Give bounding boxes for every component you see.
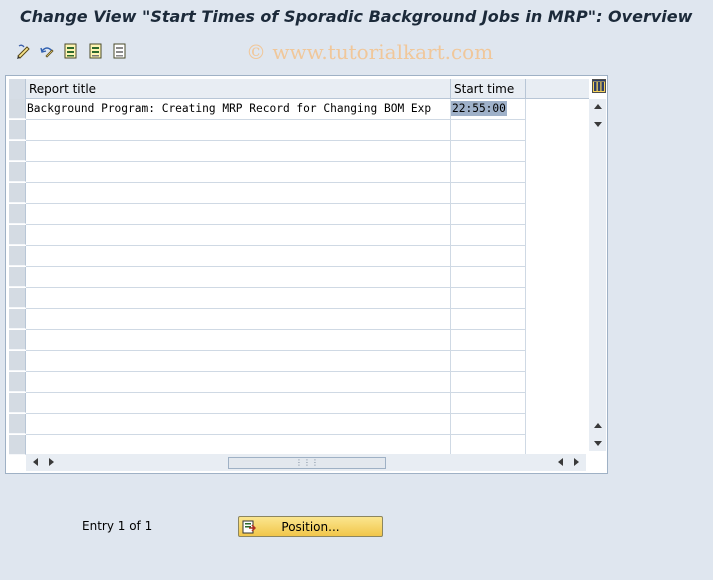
watermark: © www.tutorialkart.com (246, 40, 494, 64)
horizontal-scroll-thumb[interactable]: ⋮⋮⋮ (228, 457, 386, 469)
cell-start-time[interactable]: 22:55:00 (451, 99, 526, 120)
scroll-down-icon[interactable] (594, 122, 602, 127)
cell-report-title[interactable] (26, 393, 451, 414)
cell-report-title[interactable] (26, 330, 451, 351)
select-block-icon[interactable] (87, 42, 105, 60)
cell-start-time[interactable] (451, 204, 526, 225)
cell-start-time[interactable] (451, 183, 526, 204)
row-selector[interactable] (9, 204, 26, 224)
cell-report-title[interactable] (26, 246, 451, 267)
cell-report-title[interactable] (26, 372, 451, 393)
table-row (9, 414, 526, 435)
scroll-right-icon[interactable] (49, 458, 54, 466)
cell-start-time[interactable] (451, 288, 526, 309)
entry-counter: Entry 1 of 1 (82, 519, 153, 533)
page-up-icon[interactable] (594, 423, 602, 428)
cell-start-time[interactable] (451, 225, 526, 246)
edit-pencil-icon[interactable] (15, 42, 33, 60)
table-row (9, 309, 526, 330)
table-row (9, 372, 526, 393)
table-row (9, 162, 526, 183)
column-header-spacer (526, 79, 589, 99)
position-button-label: Position... (281, 519, 340, 534)
table-row (9, 246, 526, 267)
cell-start-time[interactable] (451, 120, 526, 141)
cell-report-title[interactable] (26, 351, 451, 372)
row-selector[interactable] (9, 162, 26, 182)
cell-start-time[interactable] (451, 330, 526, 351)
row-selector[interactable] (9, 372, 26, 392)
table-row (9, 351, 526, 372)
table-row (9, 120, 526, 141)
cell-report-title[interactable]: Background Program: Creating MRP Record … (26, 99, 451, 120)
row-selector[interactable] (9, 288, 26, 308)
table-settings-icon[interactable] (592, 79, 606, 93)
horizontal-scrollbar[interactable]: ⋮⋮⋮ (26, 454, 586, 471)
row-selector[interactable] (9, 141, 26, 161)
cell-report-title[interactable] (26, 267, 451, 288)
title-bar: Change View "Start Times of Sporadic Bac… (0, 0, 713, 36)
table-control: Report title Start time Background Progr… (5, 75, 608, 474)
row-selector[interactable] (9, 435, 26, 455)
cell-report-title[interactable] (26, 204, 451, 225)
row-selector[interactable] (9, 246, 26, 266)
row-selector[interactable] (9, 267, 26, 287)
position-button[interactable]: Position... (238, 516, 383, 537)
cell-report-title[interactable] (26, 225, 451, 246)
select-all-icon[interactable] (62, 42, 80, 60)
row-selector[interactable] (9, 120, 26, 140)
table-row (9, 267, 526, 288)
cell-start-time[interactable] (451, 435, 526, 456)
row-selector[interactable] (9, 99, 26, 119)
cell-start-time[interactable] (451, 246, 526, 267)
start-time-value[interactable]: 22:55:00 (451, 101, 507, 116)
scroll-left-end-icon[interactable] (558, 458, 563, 466)
cell-start-time[interactable] (451, 162, 526, 183)
row-selector[interactable] (9, 183, 26, 203)
table-row (9, 204, 526, 225)
vertical-scrollbar[interactable] (589, 99, 606, 451)
table-row (9, 330, 526, 351)
row-selector[interactable] (9, 351, 26, 371)
row-selector[interactable] (9, 393, 26, 413)
table-row (9, 225, 526, 246)
cell-report-title[interactable] (26, 183, 451, 204)
undo-change-icon[interactable] (38, 42, 56, 60)
cell-report-title[interactable] (26, 141, 451, 162)
page-down-icon[interactable] (594, 441, 602, 446)
deselect-all-icon[interactable] (111, 42, 129, 60)
cell-start-time[interactable] (451, 372, 526, 393)
cell-report-title[interactable] (26, 414, 451, 435)
cell-start-time[interactable] (451, 309, 526, 330)
cell-report-title[interactable] (26, 162, 451, 183)
cell-report-title[interactable] (26, 120, 451, 141)
scroll-left-icon[interactable] (33, 458, 38, 466)
cell-start-time[interactable] (451, 141, 526, 162)
table-row (9, 288, 526, 309)
cell-report-title[interactable] (26, 309, 451, 330)
page-title: Change View "Start Times of Sporadic Bac… (20, 7, 693, 26)
scroll-up-icon[interactable] (594, 104, 602, 109)
row-selector[interactable] (9, 225, 26, 245)
table-row (9, 393, 526, 414)
select-all-rows-header[interactable] (9, 79, 26, 99)
cell-start-time[interactable] (451, 414, 526, 435)
cell-report-title[interactable] (26, 288, 451, 309)
table-row: Background Program: Creating MRP Record … (9, 99, 526, 120)
scroll-right-end-icon[interactable] (574, 458, 579, 466)
table-row (9, 141, 526, 162)
row-selector[interactable] (9, 414, 26, 434)
cell-start-time[interactable] (451, 351, 526, 372)
column-header-report-title[interactable]: Report title (26, 79, 451, 99)
cell-report-title[interactable] (26, 435, 451, 456)
cell-start-time[interactable] (451, 267, 526, 288)
row-selector[interactable] (9, 330, 26, 350)
column-header-start-time[interactable]: Start time (451, 79, 526, 99)
row-selector[interactable] (9, 309, 26, 329)
table-row (9, 183, 526, 204)
cell-start-time[interactable] (451, 393, 526, 414)
table-row (9, 435, 526, 456)
